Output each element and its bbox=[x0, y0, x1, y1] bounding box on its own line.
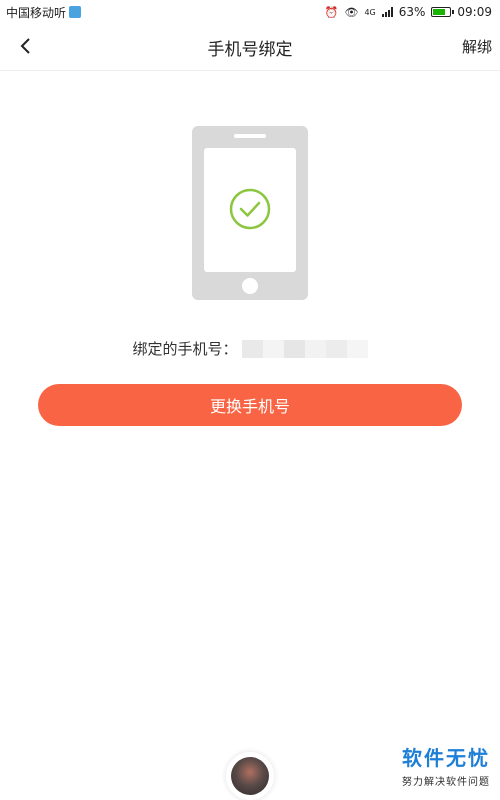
masked-phone-number bbox=[241, 339, 368, 358]
bound-number-label: 绑定的手机号： bbox=[132, 340, 238, 358]
carrier-name: 中国移动听 bbox=[6, 5, 67, 20]
nav-bar: 手机号绑定 解绑 bbox=[0, 24, 500, 71]
unbind-button[interactable]: 解绑 bbox=[462, 36, 492, 57]
alarm-icon: ⏰ bbox=[324, 5, 339, 19]
phone-speaker bbox=[234, 134, 266, 138]
phone-illustration bbox=[192, 126, 308, 300]
chevron-left-icon bbox=[20, 38, 30, 54]
masked-segment bbox=[241, 339, 263, 358]
battery-icon bbox=[431, 7, 455, 17]
clock: 09:09 bbox=[457, 5, 492, 19]
status-bar-right: ⏰ 👁 4G 63% 09:09 bbox=[325, 5, 500, 19]
phone-home-button bbox=[242, 278, 258, 294]
notification-icon bbox=[69, 6, 82, 18]
check-circle-icon bbox=[229, 188, 271, 230]
page-title: 手机号绑定 bbox=[207, 39, 293, 60]
eye-icon: 👁 bbox=[344, 5, 359, 19]
avatar-image bbox=[231, 757, 269, 795]
battery-fill bbox=[433, 9, 445, 15]
phone-screen bbox=[204, 148, 296, 272]
bound-number-row: 绑定的手机号： bbox=[0, 338, 500, 359]
back-button[interactable] bbox=[10, 30, 42, 62]
masked-segment bbox=[325, 339, 347, 358]
floating-avatar[interactable] bbox=[226, 752, 274, 800]
masked-segment bbox=[304, 339, 326, 358]
change-phone-button[interactable]: 更换手机号 bbox=[38, 384, 462, 426]
watermark: 软件无忧 努力解决软件问题 bbox=[402, 742, 490, 788]
watermark-title: 软件无忧 bbox=[402, 746, 490, 770]
status-bar-left: 中国移动听 bbox=[0, 4, 82, 21]
masked-segment bbox=[262, 339, 284, 358]
battery-percent: 63% bbox=[398, 5, 426, 19]
masked-segment bbox=[346, 339, 368, 358]
watermark-subtitle: 努力解决软件问题 bbox=[402, 777, 490, 788]
signal-icon bbox=[381, 7, 393, 17]
network-type: 4G bbox=[364, 7, 376, 17]
masked-segment bbox=[283, 339, 305, 358]
status-bar: 中国移动听 ⏰ 👁 4G 63% 09:09 bbox=[0, 0, 500, 24]
